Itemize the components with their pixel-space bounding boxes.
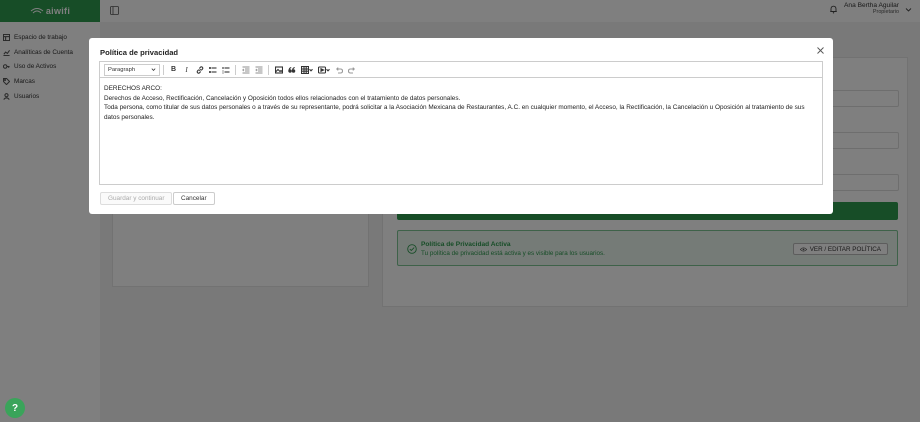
chevron-down-icon (151, 68, 156, 71)
content-paragraph: Derechos de Acceso, Rectificación, Cance… (104, 94, 461, 102)
redo-icon (347, 66, 355, 74)
redo-button[interactable] (345, 64, 358, 76)
insert-table-button[interactable] (298, 64, 315, 76)
block-format-value: Paragraph (108, 66, 136, 73)
help-button[interactable]: ? (5, 398, 25, 418)
toolbar-divider (163, 64, 164, 75)
chevron-down-icon (325, 68, 330, 72)
chevron-down-icon (308, 68, 313, 72)
toolbar-divider (235, 64, 236, 75)
undo-button[interactable] (332, 64, 345, 76)
indent-button[interactable] (252, 64, 265, 76)
bold-icon: B (170, 66, 177, 73)
quote-icon (287, 66, 295, 73)
italic-button[interactable]: I (180, 64, 193, 76)
bulleted-list-icon (208, 66, 216, 73)
toolbar-divider (268, 64, 269, 75)
modal-title: Política de privacidad (100, 48, 179, 57)
indent-icon (254, 65, 262, 74)
undo-icon (335, 66, 343, 74)
insert-image-button[interactable] (272, 64, 285, 76)
numbered-list-icon (221, 66, 229, 74)
insert-media-button[interactable] (315, 64, 332, 76)
question-mark-icon: ? (11, 402, 19, 414)
table-icon (300, 65, 309, 74)
privacy-policy-modal: Política de privacidad Paragraph B I DER… (89, 38, 833, 214)
cancel-button[interactable]: Cancelar (173, 192, 215, 205)
editor-content[interactable]: DERECHOS ARCO: Derechos de Acceso, Recti… (100, 78, 822, 128)
outdent-button[interactable] (239, 64, 252, 76)
block-quote-button[interactable] (285, 64, 298, 76)
block-format-select[interactable]: Paragraph (104, 63, 160, 76)
rich-text-editor: Paragraph B I DERECHOS ARCO: Derechos de… (99, 61, 823, 185)
save-continue-button[interactable]: Guardar y continuar (100, 192, 173, 205)
numbered-list-button[interactable] (219, 64, 232, 76)
close-icon[interactable] (817, 47, 824, 54)
outdent-icon (241, 65, 249, 74)
bold-button[interactable]: B (167, 64, 180, 76)
italic-icon: I (185, 65, 188, 74)
content-paragraph: DERECHOS ARCO: (104, 85, 162, 92)
link-button[interactable] (193, 64, 206, 76)
bulleted-list-button[interactable] (206, 64, 219, 76)
link-icon (196, 65, 203, 74)
image-icon (274, 65, 283, 74)
media-icon (317, 65, 326, 74)
content-paragraph: Toda persona, como titular de sus datos … (104, 104, 805, 121)
editor-toolbar: Paragraph B I (100, 62, 822, 78)
